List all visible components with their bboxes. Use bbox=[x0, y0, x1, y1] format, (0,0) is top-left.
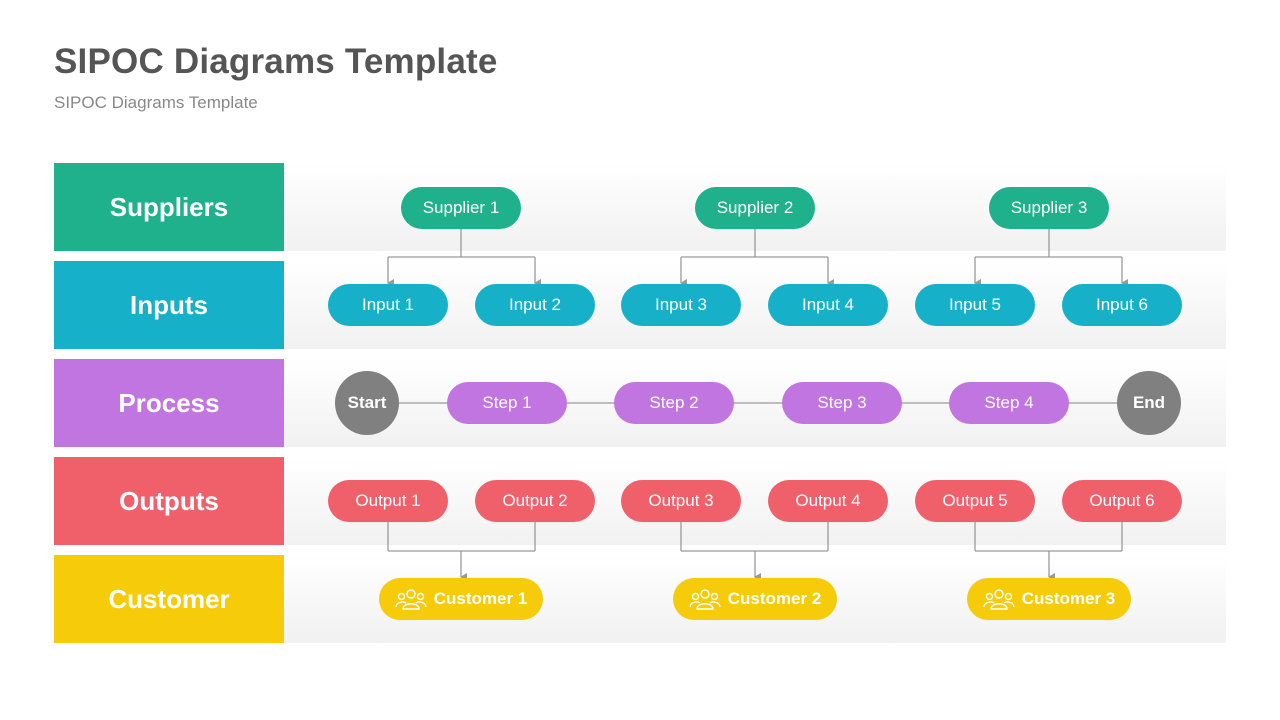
input-node-6-label: Input 6 bbox=[1096, 295, 1148, 314]
row-band-process bbox=[284, 359, 1226, 447]
output-node-4-label: Output 4 bbox=[795, 491, 861, 510]
output-node-5-label: Output 5 bbox=[942, 491, 1008, 510]
customer-node-2-label: Customer 2 bbox=[727, 589, 822, 608]
input-node-2[interactable]: Input 2 bbox=[475, 284, 595, 326]
customer-node-2[interactable]: Customer 2 bbox=[673, 578, 837, 620]
row-label-inputs: Inputs bbox=[54, 261, 284, 349]
input-node-4[interactable]: Input 4 bbox=[768, 284, 888, 326]
row-label-customer: Customer bbox=[54, 555, 284, 643]
supplier-node-3-label: Supplier 3 bbox=[1010, 198, 1088, 217]
users-group-icon bbox=[689, 588, 728, 610]
customer-node-3-label: Customer 3 bbox=[1021, 589, 1116, 608]
supplier-node-2-label: Supplier 2 bbox=[716, 198, 794, 217]
row-label-suppliers: Suppliers bbox=[54, 163, 284, 251]
customer-node-1[interactable]: Customer 1 bbox=[379, 578, 543, 620]
process-end-node-label: End bbox=[1132, 393, 1166, 412]
process-step-3[interactable]: Step 3 bbox=[782, 382, 902, 424]
page-subtitle: SIPOC Diagrams Template bbox=[54, 93, 258, 112]
input-node-6[interactable]: Input 6 bbox=[1062, 284, 1182, 326]
process-step-1-label: Step 1 bbox=[482, 393, 532, 412]
input-node-3-label: Input 3 bbox=[655, 295, 707, 314]
process-step-3-label: Step 3 bbox=[817, 393, 867, 412]
input-node-1-label: Input 1 bbox=[362, 295, 414, 314]
output-node-3-label: Output 3 bbox=[648, 491, 714, 510]
process-end-node[interactable]: End bbox=[1117, 371, 1181, 435]
output-node-2-label: Output 2 bbox=[502, 491, 568, 510]
output-node-6[interactable]: Output 6 bbox=[1062, 480, 1182, 522]
process-step-2-label: Step 2 bbox=[649, 393, 699, 412]
output-node-4[interactable]: Output 4 bbox=[768, 480, 888, 522]
page-title: SIPOC Diagrams Template bbox=[54, 42, 498, 81]
supplier-node-2[interactable]: Supplier 2 bbox=[695, 187, 815, 229]
supplier-node-3[interactable]: Supplier 3 bbox=[989, 187, 1109, 229]
output-node-1[interactable]: Output 1 bbox=[328, 480, 448, 522]
input-node-1[interactable]: Input 1 bbox=[328, 284, 448, 326]
process-step-2[interactable]: Step 2 bbox=[614, 382, 734, 424]
row-label-outputs: Outputs bbox=[54, 457, 284, 545]
row-label-process: Process bbox=[54, 359, 284, 447]
supplier-node-1-label: Supplier 1 bbox=[422, 198, 500, 217]
output-node-5[interactable]: Output 5 bbox=[915, 480, 1035, 522]
input-node-3[interactable]: Input 3 bbox=[621, 284, 741, 326]
input-node-5[interactable]: Input 5 bbox=[915, 284, 1035, 326]
output-node-2[interactable]: Output 2 bbox=[475, 480, 595, 522]
output-node-3[interactable]: Output 3 bbox=[621, 480, 741, 522]
users-group-icon bbox=[395, 588, 434, 610]
customer-node-1-label: Customer 1 bbox=[433, 589, 528, 608]
output-node-1-label: Output 1 bbox=[355, 491, 421, 510]
process-start-node[interactable]: Start bbox=[335, 371, 399, 435]
output-node-6-label: Output 6 bbox=[1089, 491, 1155, 510]
users-group-icon bbox=[983, 588, 1022, 610]
supplier-node-1[interactable]: Supplier 1 bbox=[401, 187, 521, 229]
process-step-4-label: Step 4 bbox=[984, 393, 1034, 412]
input-node-5-label: Input 5 bbox=[949, 295, 1001, 314]
input-node-4-label: Input 4 bbox=[802, 295, 854, 314]
process-step-1[interactable]: Step 1 bbox=[447, 382, 567, 424]
customer-node-3[interactable]: Customer 3 bbox=[967, 578, 1131, 620]
process-start-node-label: Start bbox=[347, 393, 387, 412]
process-step-4[interactable]: Step 4 bbox=[949, 382, 1069, 424]
input-node-2-label: Input 2 bbox=[509, 295, 561, 314]
